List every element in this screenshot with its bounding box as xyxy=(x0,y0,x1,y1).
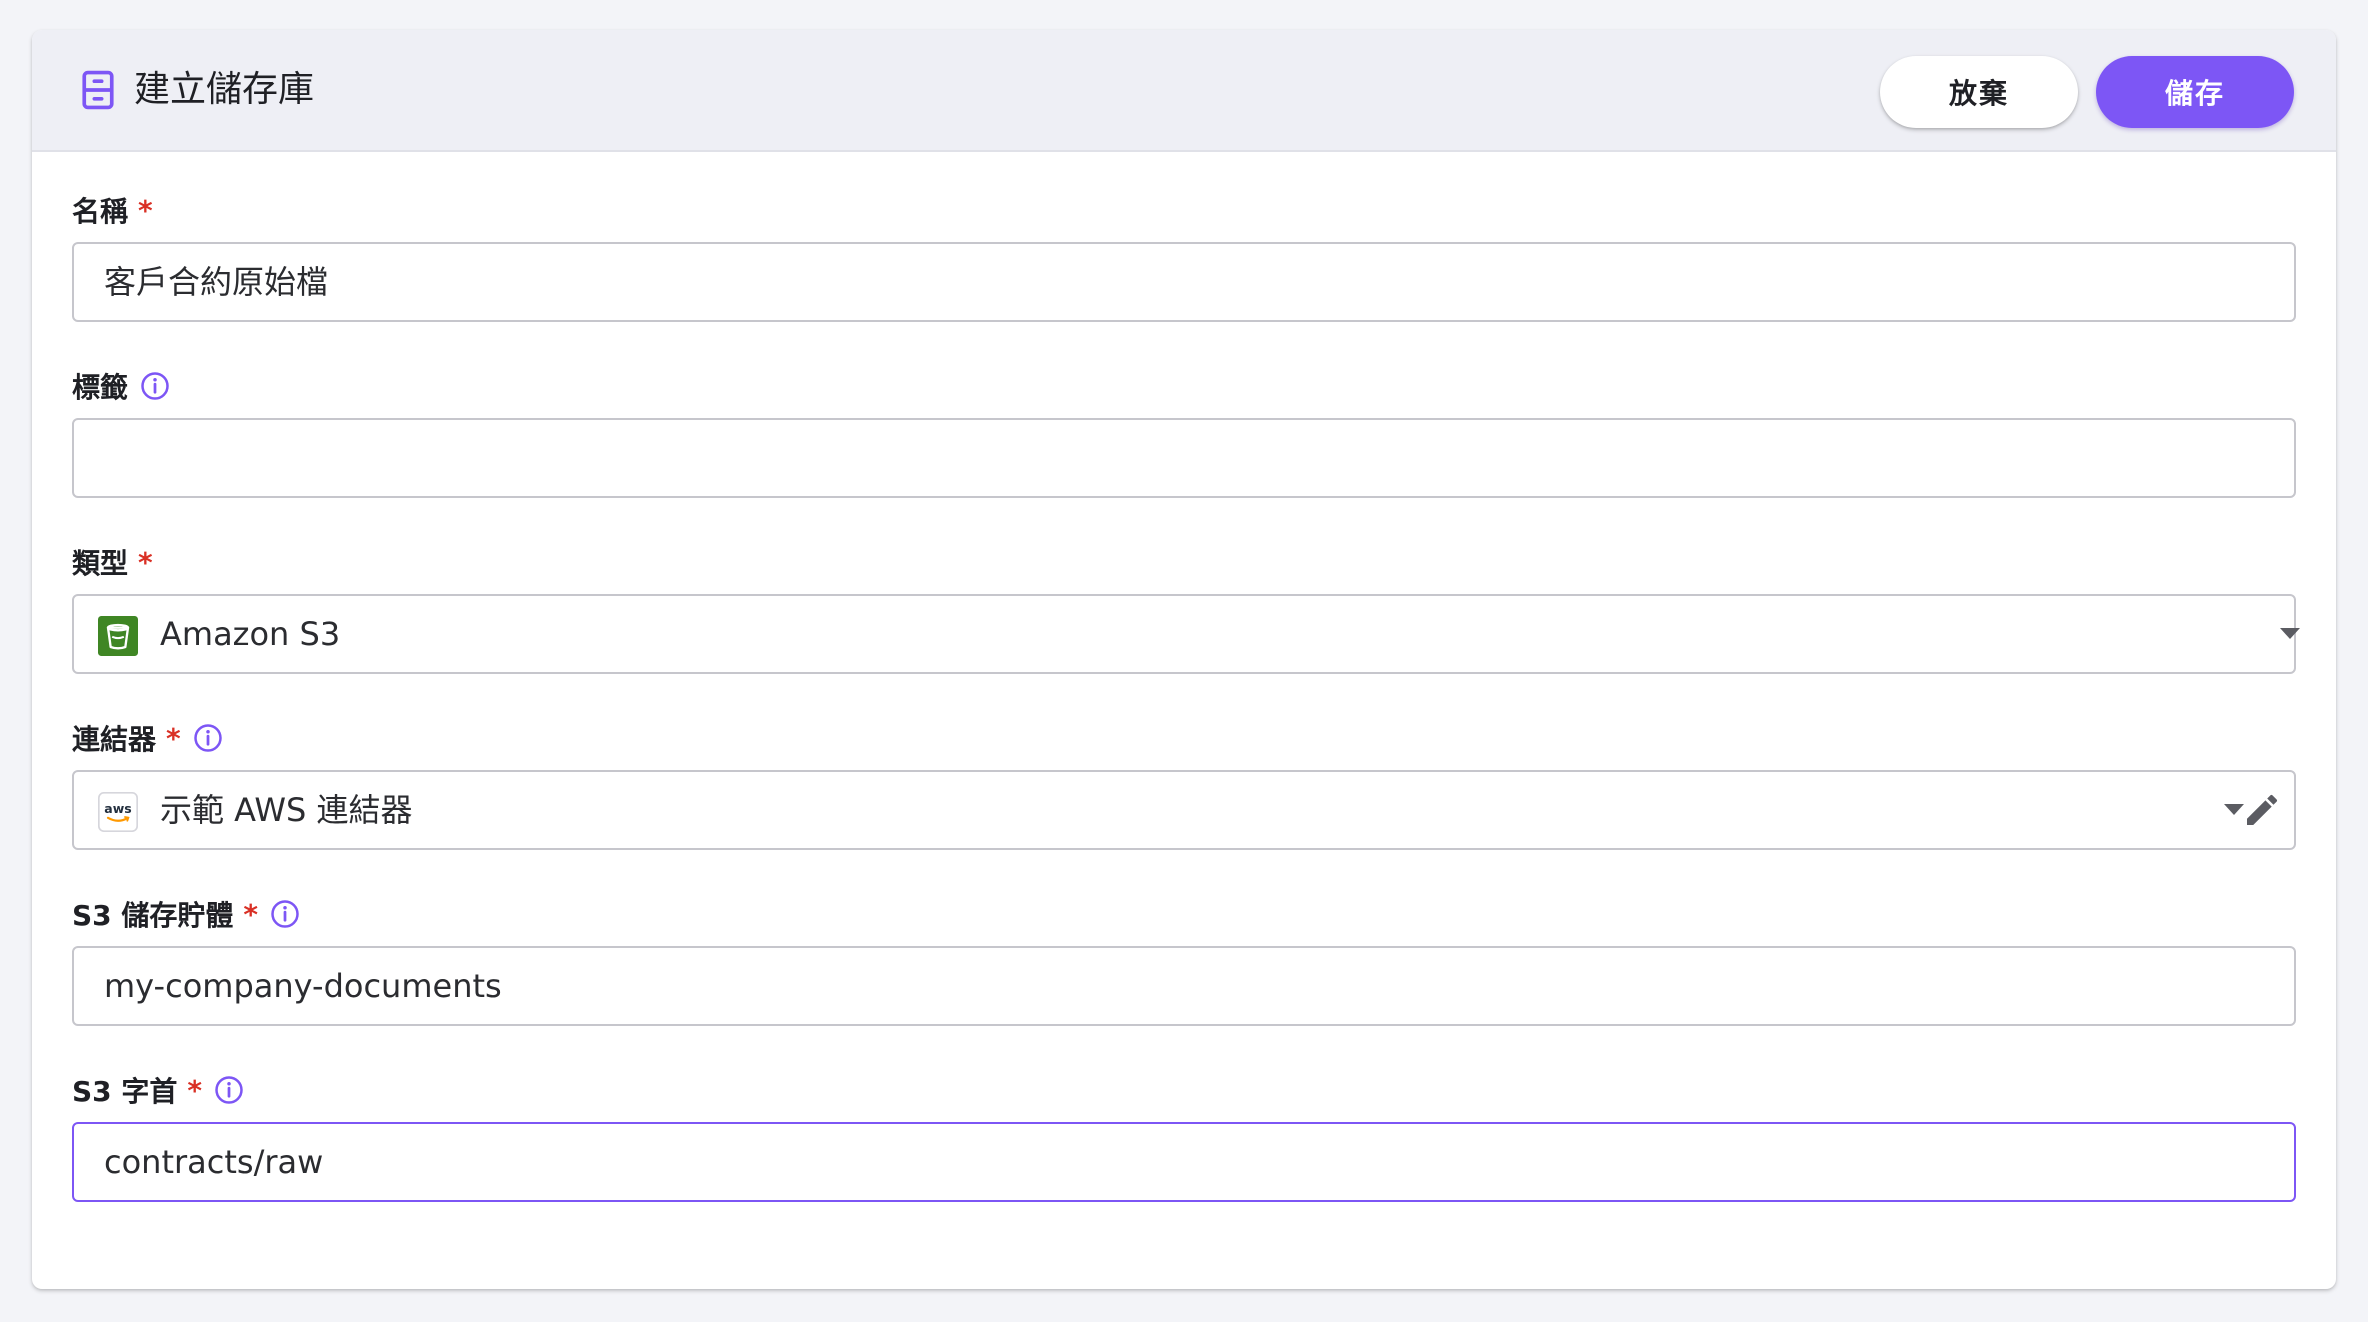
prefix-label-text: S3 字首 xyxy=(72,1075,178,1108)
required-marker: * xyxy=(187,1073,203,1107)
info-icon[interactable] xyxy=(140,371,170,401)
info-icon[interactable] xyxy=(270,899,300,929)
s3-bucket-icon xyxy=(98,616,138,656)
bucket-label: S3 儲存貯體 * xyxy=(72,894,300,934)
info-icon[interactable] xyxy=(214,1075,244,1105)
type-select[interactable]: Amazon S3 xyxy=(72,594,2300,674)
required-marker: * xyxy=(138,193,153,227)
discard-button[interactable]: 放棄 xyxy=(1880,56,2078,128)
connector-label: 連結器 * xyxy=(72,718,223,758)
tags-input[interactable] xyxy=(104,420,2204,496)
tags-label-text: 標籤 xyxy=(72,371,129,404)
tags-field[interactable] xyxy=(72,418,2296,498)
connector-value: 示範 AWS 連結器 xyxy=(160,791,413,829)
tags-label: 標籤 xyxy=(72,366,170,406)
create-repository-card: 建立儲存庫 放棄 儲存 名稱 * 標籤 類型 * Amazon S3 xyxy=(32,30,2336,1289)
connector-select[interactable]: aws 示範 AWS 連結器 xyxy=(72,770,2296,850)
bucket-field[interactable] xyxy=(72,946,2296,1026)
chevron-down-icon[interactable] xyxy=(2224,804,2244,815)
aws-logo-icon: aws xyxy=(98,792,138,832)
type-label: 類型 * xyxy=(72,542,153,582)
archive-icon xyxy=(82,70,114,110)
card-header: 建立儲存庫 放棄 儲存 xyxy=(32,30,2336,152)
prefix-input[interactable] xyxy=(104,1124,2204,1200)
chevron-down-icon[interactable] xyxy=(2280,628,2300,639)
connector-label-text: 連結器 xyxy=(72,723,157,756)
name-field[interactable] xyxy=(72,242,2296,322)
bucket-input[interactable] xyxy=(104,948,2204,1024)
name-label: 名稱 * xyxy=(72,190,153,230)
prefix-label: S3 字首 * xyxy=(72,1070,244,1110)
prefix-field[interactable] xyxy=(72,1122,2296,1202)
name-label-text: 名稱 xyxy=(72,195,129,228)
type-label-text: 類型 xyxy=(72,547,129,580)
required-marker: * xyxy=(166,721,181,755)
type-value: Amazon S3 xyxy=(160,615,341,653)
pencil-icon[interactable] xyxy=(2242,790,2282,830)
svg-text:aws: aws xyxy=(104,801,131,816)
save-button[interactable]: 儲存 xyxy=(2096,56,2294,128)
name-input[interactable] xyxy=(104,244,2204,320)
info-icon[interactable] xyxy=(193,723,223,753)
page-title: 建立儲存庫 xyxy=(134,69,315,110)
required-marker: * xyxy=(138,545,153,579)
required-marker: * xyxy=(243,897,259,931)
bucket-label-text: S3 儲存貯體 xyxy=(72,899,234,932)
